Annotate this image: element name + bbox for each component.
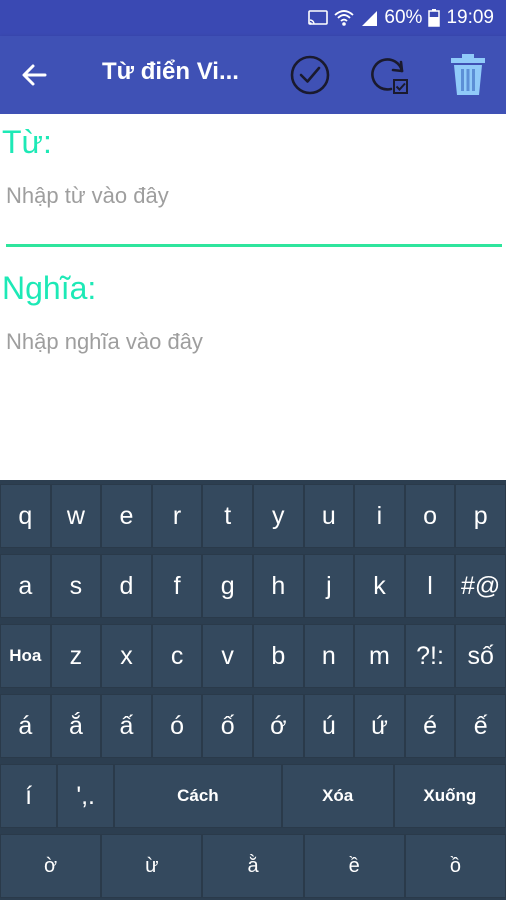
app-bar: Từ điển Vi... [0, 36, 506, 114]
key-e-circumflex-grave[interactable]: ề [303, 834, 405, 898]
keyboard-row-2: a s d f g h j k l #@ [0, 554, 506, 618]
key-u-horn-grave[interactable]: ừ [101, 834, 203, 898]
key-k[interactable]: k [354, 554, 405, 618]
key-e-circumflex-acute[interactable]: ế [455, 694, 506, 758]
clock: 19:09 [446, 7, 494, 28]
key-a-breve-acute[interactable]: ắ [50, 694, 102, 758]
key-w[interactable]: w [50, 484, 102, 548]
key-a[interactable]: a [0, 554, 51, 618]
key-b[interactable]: b [252, 624, 304, 688]
keyboard-row-1: q w e r t y u i o p [0, 484, 506, 548]
space-key[interactable]: Cách [114, 764, 282, 828]
key-e[interactable]: e [101, 484, 152, 548]
key-a-circumflex-acute[interactable]: ấ [101, 694, 152, 758]
key-shift-hoa[interactable]: Hoa [0, 624, 51, 688]
backspace-key[interactable]: Xóa [281, 764, 394, 828]
battery-icon [428, 9, 441, 27]
refresh-check-icon [371, 58, 408, 94]
key-c[interactable]: c [151, 624, 203, 688]
key-h[interactable]: h [252, 554, 304, 618]
key-l[interactable]: l [404, 554, 456, 618]
key-i[interactable]: i [354, 484, 405, 548]
key-q[interactable]: q [0, 484, 51, 548]
key-x[interactable]: x [101, 624, 152, 688]
page-title: Từ điển Vi... [102, 58, 239, 85]
key-o-horn-acute[interactable]: ớ [252, 694, 304, 758]
key-j[interactable]: j [303, 554, 355, 618]
battery-percentage: 60% [384, 7, 423, 28]
keyboard-row-5: í ',. Cách Xóa Xuống [0, 764, 506, 828]
key-a-breve-grave[interactable]: ằ [202, 834, 304, 898]
meaning-label: Nghĩa: [2, 270, 97, 306]
signal-icon [360, 9, 378, 27]
key-m[interactable]: m [354, 624, 405, 688]
delete-button[interactable] [446, 53, 490, 97]
key-r[interactable]: r [151, 484, 203, 548]
key-u-horn-acute[interactable]: ứ [354, 694, 405, 758]
cast-icon [308, 10, 329, 26]
key-o-acute[interactable]: ó [151, 694, 203, 758]
word-input-underline [6, 244, 502, 247]
trash-icon [451, 54, 485, 95]
key-t[interactable]: t [202, 484, 253, 548]
keyboard-row-6: ờ ừ ằ ề ồ [0, 834, 506, 898]
key-o-circumflex-acute[interactable]: ố [202, 694, 253, 758]
enter-key[interactable]: Xuống [393, 764, 506, 828]
status-bar: 60% 19:09 [0, 0, 506, 36]
key-symbols-hash-at[interactable]: #@ [455, 554, 506, 618]
key-i-acute[interactable]: í [0, 764, 58, 828]
keyboard-row-4: á ắ ấ ó ố ớ ú ứ é ế [0, 694, 506, 758]
key-n[interactable]: n [303, 624, 355, 688]
wifi-icon [334, 9, 355, 27]
key-s[interactable]: s [50, 554, 102, 618]
arrow-back-icon [22, 64, 47, 86]
key-d[interactable]: d [101, 554, 152, 618]
key-u[interactable]: u [303, 484, 355, 548]
refresh-check-button[interactable] [367, 53, 411, 97]
key-o-circumflex-grave[interactable]: ồ [404, 834, 506, 898]
key-o-horn-grave[interactable]: ờ [0, 834, 102, 898]
key-punctuation[interactable]: ?!: [404, 624, 456, 688]
key-u-acute[interactable]: ú [303, 694, 355, 758]
save-button[interactable] [288, 53, 332, 97]
key-punct-comma-period[interactable]: ',. [57, 764, 115, 828]
key-a-acute[interactable]: á [0, 694, 51, 758]
key-v[interactable]: v [202, 624, 253, 688]
keyboard-row-3: Hoa z x c v b n m ?!: số [0, 624, 506, 688]
key-g[interactable]: g [202, 554, 253, 618]
check-circle-icon [290, 55, 330, 95]
key-numbers-so[interactable]: số [455, 624, 506, 688]
key-y[interactable]: y [252, 484, 304, 548]
key-z[interactable]: z [50, 624, 102, 688]
keyboard: q w e r t y u i o p a s d f g h j k l #@… [0, 480, 506, 900]
key-o[interactable]: o [404, 484, 456, 548]
entry-form: Từ: Nghĩa: [0, 114, 506, 480]
key-p[interactable]: p [455, 484, 506, 548]
word-input[interactable] [6, 176, 502, 216]
meaning-input[interactable] [6, 322, 502, 362]
key-e-acute[interactable]: é [404, 694, 456, 758]
word-label: Từ: [2, 124, 52, 160]
key-f[interactable]: f [151, 554, 203, 618]
back-button[interactable] [14, 55, 54, 95]
